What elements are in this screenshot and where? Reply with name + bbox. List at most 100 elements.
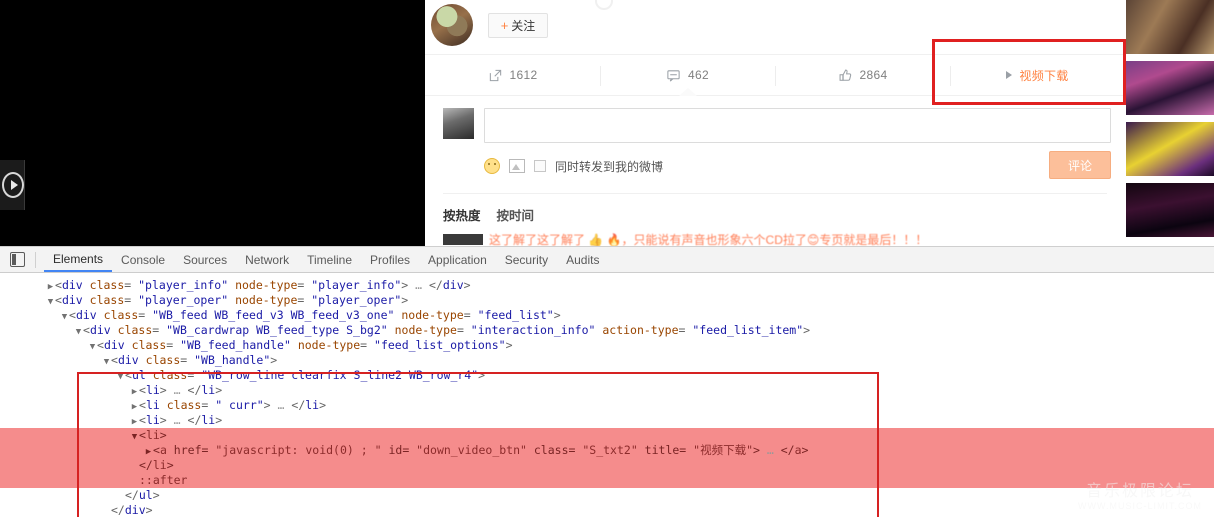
code-token-pun: > xyxy=(159,413,167,427)
repost-icon xyxy=(489,69,501,81)
picture-icon[interactable] xyxy=(509,159,525,173)
code-token-tag: div xyxy=(61,293,83,307)
code-token-val: "player_info" xyxy=(138,278,229,292)
dom-tree-line[interactable]: </li> xyxy=(0,458,1214,473)
dom-tree-line[interactable]: ▶ <li> … </li> xyxy=(0,413,1214,428)
sort-by-hot[interactable]: 按热度 xyxy=(443,205,481,224)
related-video-thumbnail-2[interactable] xyxy=(1126,61,1214,115)
code-token-pun: = xyxy=(297,278,312,292)
code-token-pun: > xyxy=(159,383,167,397)
repost-checkbox[interactable] xyxy=(534,160,546,172)
devtools-tab-timeline[interactable]: Timeline xyxy=(298,248,361,271)
code-token-pun: < xyxy=(97,338,104,352)
dom-tree-line[interactable]: ▼ <div class= "WB_feed WB_feed_v3 WB_feed… xyxy=(0,308,1214,323)
comment-count: 462 xyxy=(688,68,709,82)
related-video-thumbnail-4[interactable] xyxy=(1126,183,1214,237)
devtools-tab-application[interactable]: Application xyxy=(419,248,496,271)
author-avatar[interactable] xyxy=(431,4,473,46)
comment-action[interactable]: 462 xyxy=(600,55,775,96)
play-triangle-icon xyxy=(11,180,18,190)
dom-tree-line[interactable]: ▶ <a href= "javascript: void(0) ; " id= "… xyxy=(0,443,1214,458)
related-video-thumbnail-3[interactable] xyxy=(1126,122,1214,176)
dom-tree-line[interactable]: ▼ <ul class= "WB_row_line clearfix S_line… xyxy=(0,368,1214,383)
devtools-tab-console[interactable]: Console xyxy=(112,248,174,271)
code-token-tag: div xyxy=(89,323,111,337)
devtools-tab-profiles[interactable]: Profiles xyxy=(361,248,419,271)
dom-tree-line[interactable]: </div> xyxy=(0,503,1214,517)
code-token-attr: class xyxy=(138,353,181,367)
devtools-tab-security[interactable]: Security xyxy=(496,248,557,271)
code-token-tag: li xyxy=(145,413,160,427)
code-token-pun: > xyxy=(478,368,486,382)
code-token-attr: class xyxy=(96,308,139,322)
code-token-tag: li xyxy=(201,383,216,397)
dom-tree-line[interactable]: ▶ <li> … </li> xyxy=(0,383,1214,398)
repost-action[interactable]: 1612 xyxy=(425,55,600,95)
emoji-icon[interactable] xyxy=(484,158,500,174)
follow-button[interactable]: + 关注 xyxy=(488,12,548,38)
code-token-val: " curr" xyxy=(215,398,264,412)
code-token-val: "WB_feed_handle" xyxy=(180,338,291,352)
repost-checkbox-label: 同时转发到我的微博 xyxy=(555,159,664,174)
video-download-action[interactable]: 视频下载 xyxy=(950,55,1125,95)
code-token-pun: < xyxy=(139,413,146,427)
dom-tree-line[interactable]: ▼ <div class= "WB_feed_handle" node-type=… xyxy=(0,338,1214,353)
code-token-pun: > xyxy=(270,353,278,367)
devtools-tab-elements[interactable]: Elements xyxy=(44,247,113,272)
dom-tree-line[interactable]: ::after xyxy=(0,473,1214,488)
code-token-attr: node-type xyxy=(394,308,464,322)
related-video-thumbnail-1[interactable] xyxy=(1126,0,1214,54)
code-token-pun: > xyxy=(215,413,223,427)
devtools-tab-audits[interactable]: Audits xyxy=(557,248,608,271)
code-token-val: "player_oper" xyxy=(311,293,402,307)
code-token-attr: class xyxy=(145,368,188,382)
dom-tree-line[interactable]: ▶ <li class= " curr"> … </li> xyxy=(0,398,1214,413)
dock-panel-icon[interactable] xyxy=(10,252,25,267)
repost-count: 1612 xyxy=(509,68,538,82)
devtools-tab-sources[interactable]: Sources xyxy=(174,248,236,271)
submit-comment-button[interactable]: 评论 xyxy=(1049,151,1111,179)
dom-tree-line[interactable]: ▼ <div class= "WB_cardwrap WB_feed_type S… xyxy=(0,323,1214,338)
code-token-tag: li xyxy=(145,398,160,412)
code-token-val: "WB_feed WB_feed_v3 WB_feed_v3_one" xyxy=(152,308,395,322)
devtools-panel: Elements Console Sources Network Timeline Pro… xyxy=(0,246,1214,517)
video-play-button[interactable] xyxy=(0,160,25,210)
code-token-val: "视频下载" xyxy=(693,443,754,457)
dom-tree-line[interactable]: ▼ <div class= "player_oper" node-type= "p… xyxy=(0,293,1214,308)
code-token-tag: div xyxy=(117,353,139,367)
devtools-tabbar: Elements Console Sources Network Timeline Pro… xyxy=(0,247,1214,273)
dom-tree-line[interactable]: </ul> xyxy=(0,488,1214,503)
code-token-dots: … xyxy=(270,398,292,412)
like-count: 2864 xyxy=(859,68,888,82)
code-token-pun: < xyxy=(55,293,62,307)
dom-tree-line[interactable]: ▶ <div class= "player_info" node-type= "p… xyxy=(0,278,1214,293)
code-token-attr: class xyxy=(82,293,125,307)
dom-tree-line[interactable]: ▼ <li> xyxy=(0,428,1214,443)
code-token-dots: … xyxy=(759,443,781,457)
like-action[interactable]: 2864 xyxy=(775,55,950,95)
sort-by-time[interactable]: 按时间 xyxy=(497,205,535,224)
code-token-pun: = xyxy=(402,443,417,457)
code-token-pun: = xyxy=(360,338,375,352)
code-token-pun: < xyxy=(69,308,76,322)
devtools-tab-network[interactable]: Network xyxy=(236,248,298,271)
code-token-pun: < xyxy=(111,353,118,367)
video-download-label: 视频下载 xyxy=(1019,68,1069,83)
current-user-avatar[interactable] xyxy=(443,108,474,139)
code-token-pun: = xyxy=(679,443,694,457)
feed-action-bar: 1612 462 2864 视频下载 xyxy=(425,54,1125,96)
code-token-attr: class xyxy=(159,398,202,412)
composer-main: 同时转发到我的微博 评论 xyxy=(484,108,1111,179)
thumbs-up-icon xyxy=(839,69,851,81)
code-token-pun: > xyxy=(553,308,561,322)
plus-icon: + xyxy=(500,17,509,33)
dom-tree-line[interactable]: ▼ <div class= "WB_handle"> xyxy=(0,353,1214,368)
play-triangle-icon xyxy=(1006,71,1013,79)
code-token-pun: </ xyxy=(291,398,306,412)
code-token-val: "feed_list_item" xyxy=(692,323,804,337)
code-token-pun: = xyxy=(678,323,693,337)
code-token-val: "WB_row_line clearfix S_line2 WB_row_r4" xyxy=(201,368,479,382)
code-token-dots: … xyxy=(166,383,188,397)
comment-input[interactable] xyxy=(484,108,1111,143)
code-token-attr: action-type xyxy=(595,323,679,337)
